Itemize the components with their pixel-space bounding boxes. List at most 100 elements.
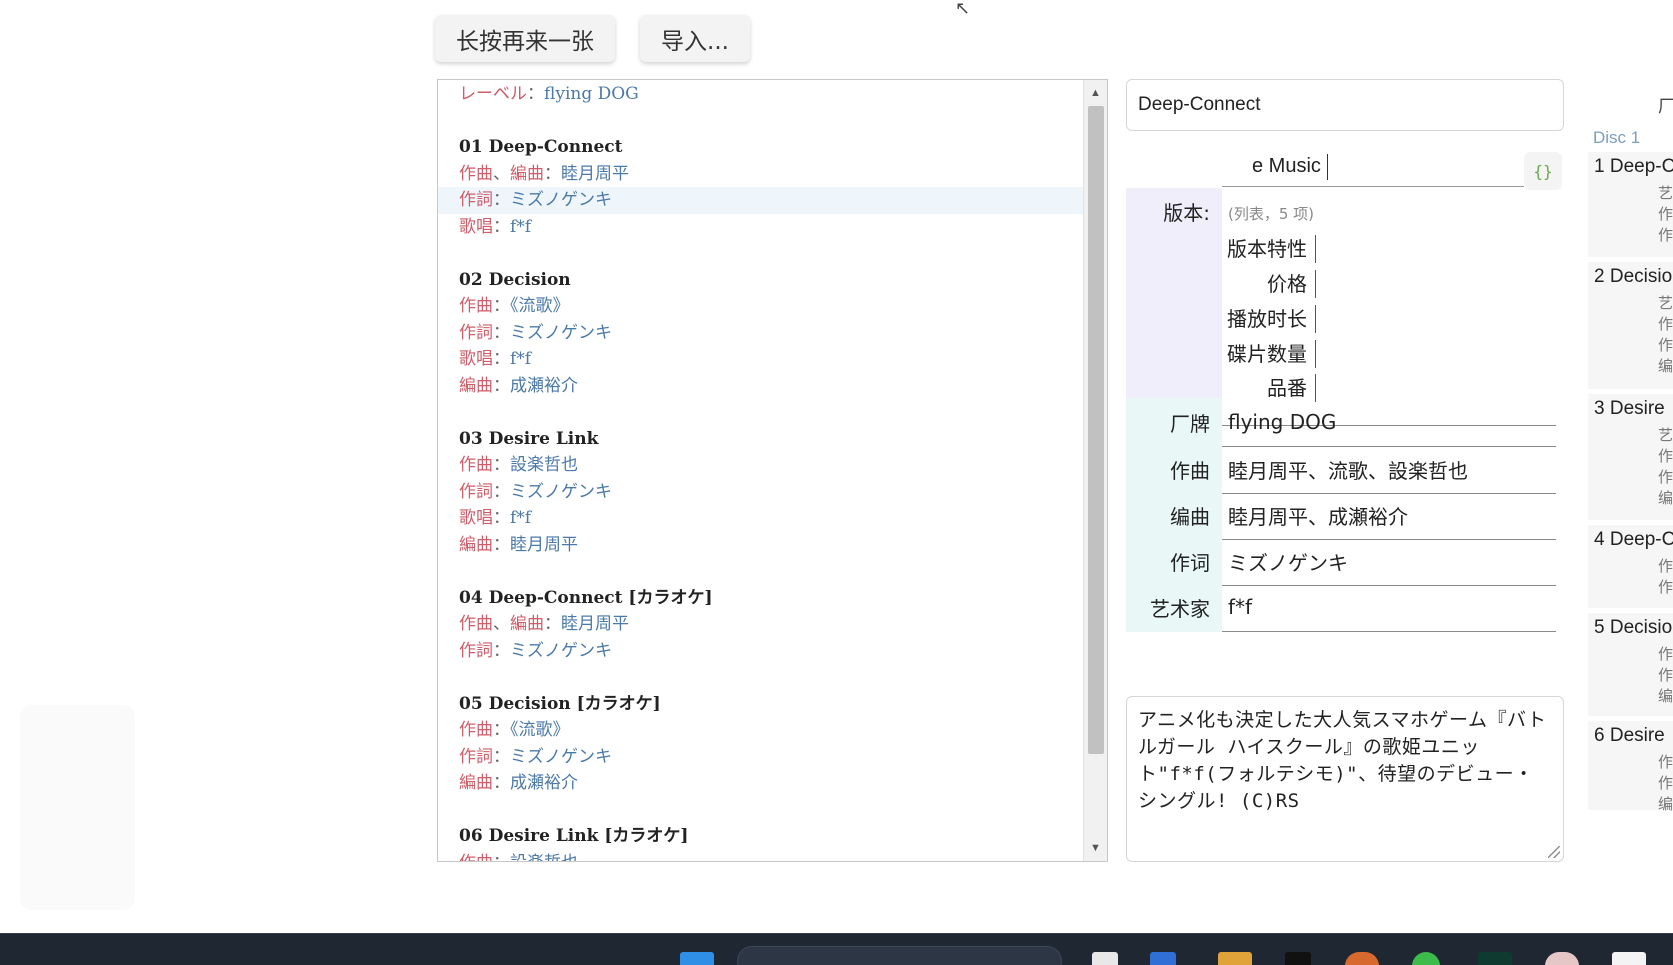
track-title-line[interactable]: 01 Deep-Connect [438,134,1083,161]
description-textarea[interactable]: アニメ化も決定した大人気スマホゲーム『バトルガール ハイスクール』の歌姫ユニット… [1126,696,1564,862]
credit-key: 歌唱 [459,508,493,528]
blank-line[interactable] [438,558,1083,585]
credit-line[interactable]: 作曲、編曲：睦月周平 [438,161,1083,188]
credit-key: 作曲 [459,614,493,634]
edition-item[interactable]: 播放时长 [1222,305,1316,333]
credit-line[interactable]: 作詞：ミズノゲンキ [438,744,1083,771]
taskbar-app-icon[interactable] [1092,952,1118,965]
field-input[interactable]: 睦月周平、成瀬裕介 [1222,491,1556,540]
json-braces-icon[interactable]: {} [1524,152,1562,190]
credit-line[interactable]: 作曲：《流歌》 [438,717,1083,744]
credit-line[interactable]: 作詞：ミズノゲンキ [438,638,1083,665]
taskbar-app-icon[interactable] [1412,952,1440,965]
arranger-field: 编曲 睦月周平、成瀬裕介 [1126,491,1556,540]
credit-value: 成瀬裕介 [510,773,578,793]
music-input-value: e Music [1252,155,1321,177]
taskbar-app-icon[interactable] [1285,952,1311,965]
track-card-title: 2 Decisio [1594,266,1673,287]
credit-key: 作曲 [459,455,493,475]
credit-line[interactable]: 作詞：ミズノゲンキ [438,479,1083,506]
blank-line[interactable] [438,108,1083,135]
credit-key: 歌唱 [459,349,493,369]
track-card[interactable]: 4 Deep-C 作作 [1588,525,1673,609]
credit-key: 編曲 [459,375,493,396]
credit-line[interactable]: 作詞：ミズノゲンキ [438,320,1083,347]
taskbar-app-icon[interactable] [1612,952,1646,965]
credit-line[interactable]: 作曲、編曲：睦月周平 [438,611,1083,638]
credit-line[interactable]: 編曲：睦月周平 [438,532,1083,559]
track-credit-key: 编 [1658,687,1673,705]
edition-summary: (列表，5 项) [1228,205,1315,223]
taskbar-app-icon[interactable] [1545,952,1579,965]
scroll-thumb[interactable] [1088,106,1104,754]
track-card[interactable]: 1 Deep-C 艺作作 [1588,152,1673,258]
lyricist-field: 作词 ミズノゲンキ [1126,537,1556,586]
field-input[interactable]: 睦月周平、流歌、設楽哲也 [1222,445,1556,494]
blank-line[interactable] [438,797,1083,824]
track-credit-key: 作 [1658,774,1673,792]
app-window: 长按再来一张 导入... ↖ レーベル：flying DOG 01 Deep-Co… [0,0,1673,965]
folder-icon[interactable] [1218,952,1252,965]
taskbar-app-icon[interactable] [1345,952,1379,965]
track-title-line[interactable]: 04 Deep-Connect [カラオケ] [438,585,1083,612]
credit-key: 作詞 [459,640,493,661]
taskbar-app-icon[interactable] [1478,952,1512,965]
start-menu-icon[interactable] [680,952,714,965]
field-input[interactable]: f*f [1222,583,1556,632]
credit-value: ミズノゲンキ [510,640,612,661]
scroll-up-icon[interactable]: ▲ [1084,82,1107,104]
field-input[interactable]: ミズノゲンキ [1222,537,1556,586]
track-title-line[interactable]: 05 Decision [カラオケ] [438,691,1083,718]
music-input[interactable]: e Music [1222,147,1524,187]
blank-line[interactable] [438,664,1083,691]
credit-line[interactable]: 作詞：ミズノゲンキ [438,187,1083,214]
credit-key: 作詞 [459,746,493,767]
credits-text-editor[interactable]: レーベル：flying DOG 01 Deep-Connect 作曲、編曲：睦月周平… [437,79,1108,862]
track-card[interactable]: 5 Decisio 作作编 [1588,613,1673,717]
track-card[interactable]: 6 Desire 作作编 [1588,721,1673,813]
label-field: 厂牌 flying DOG [1126,398,1556,447]
credit-value: 《流歌》 [510,296,570,316]
field-input[interactable]: flying DOG [1222,398,1556,447]
track-title-line[interactable]: 03 Desire Link [438,426,1083,453]
credit-line[interactable]: 作曲：設楽哲也 [438,452,1083,479]
edition-item[interactable]: 价格 [1222,270,1316,298]
track-card-title: 4 Deep-C [1594,529,1673,550]
album-title-input[interactable]: Deep-Connect [1126,79,1564,131]
credit-key: 作詞 [459,190,493,210]
edition-item[interactable]: 版本特性 [1222,235,1316,263]
track-title-line[interactable]: 06 Desire Link [カラオケ] [438,823,1083,850]
artist-field: 艺术家 f*f [1126,583,1556,632]
import-button[interactable]: 导入... [640,15,750,62]
field-label: 编曲 [1126,491,1222,540]
next-image-button[interactable]: 长按再来一张 [435,15,615,62]
scroll-down-icon[interactable]: ▼ [1084,837,1107,859]
credit-key: 作詞 [459,481,493,502]
editor-scrollbar[interactable]: ▲ ▼ [1083,80,1107,861]
track-credit-key: 艺 [1658,426,1673,444]
credit-line[interactable]: 歌唱：f*f [438,505,1083,532]
taskbar-app-icon[interactable] [1150,952,1176,965]
credit-value: 成瀬裕介 [510,375,578,396]
credit-line[interactable]: 編曲：成瀬裕介 [438,373,1083,400]
credit-line[interactable]: 編曲：成瀬裕介 [438,770,1083,797]
edition-label-cell: 版本: [1126,188,1222,427]
credit-key: レーベル [459,84,527,104]
credit-line[interactable]: 作曲：設楽哲也 [438,850,1083,862]
track-card[interactable]: 2 Decisio 艺作作编 [1588,262,1673,390]
track-card-title: 5 Decisio [1594,617,1673,638]
credit-line[interactable]: 作曲：《流歌》 [438,293,1083,320]
blank-line[interactable] [438,399,1083,426]
track-card[interactable]: 3 Desire 艺作作编 [1588,394,1673,521]
credit-line[interactable]: 歌唱：f*f [438,214,1083,241]
taskbar-search-box[interactable] [737,946,1062,965]
resize-handle-icon[interactable] [1548,846,1560,858]
credit-key: 作詞 [459,322,493,343]
credit-line[interactable]: 歌唱：f*f [438,346,1083,373]
credit-value: f*f [510,349,532,369]
credit-line[interactable]: レーベル：flying DOG [438,81,1083,108]
edition-item[interactable]: 碟片数量 [1222,340,1316,368]
track-title-line[interactable]: 02 Decision [438,267,1083,294]
editor-content[interactable]: レーベル：flying DOG 01 Deep-Connect 作曲、編曲：睦月周平… [438,80,1083,861]
blank-line[interactable] [438,240,1083,267]
